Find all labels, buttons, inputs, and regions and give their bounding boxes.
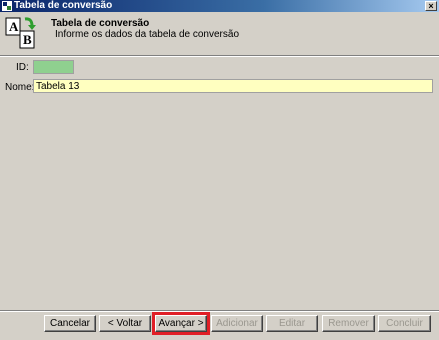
footer-divider [0,310,439,312]
back-button[interactable]: < Voltar [99,315,151,332]
close-button[interactable]: × [425,1,437,11]
id-label: ID: [16,62,29,73]
remove-button[interactable]: Remover [322,315,375,332]
conversion-ab-icon: A B [5,17,36,49]
dialog-window: Tabela de conversão × A B Tabela de conv… [0,0,439,340]
wizard-header: A B Tabela de conversão Informe os dados… [0,12,439,54]
id-field [33,60,74,74]
name-input[interactable] [33,79,433,93]
icon-letter-a: A [9,19,19,34]
cancel-button[interactable]: Cancelar [44,315,96,332]
header-divider [0,55,439,57]
add-button[interactable]: Adicionar [211,315,263,332]
title-bar[interactable]: Tabela de conversão × [0,0,439,12]
icon-letter-b: B [23,32,32,47]
header-subtitle: Informe os dados da tabela de conversão [55,29,240,40]
header-title: Tabela de conversão [51,18,150,29]
app-icon [2,1,12,11]
window-title: Tabela de conversão [14,0,113,11]
finish-button[interactable]: Concluir [378,315,431,332]
name-label: Nome: [5,82,35,93]
next-button[interactable]: Avançar > [152,312,210,335]
edit-button[interactable]: Editar [266,315,318,332]
close-icon: × [428,1,434,11]
